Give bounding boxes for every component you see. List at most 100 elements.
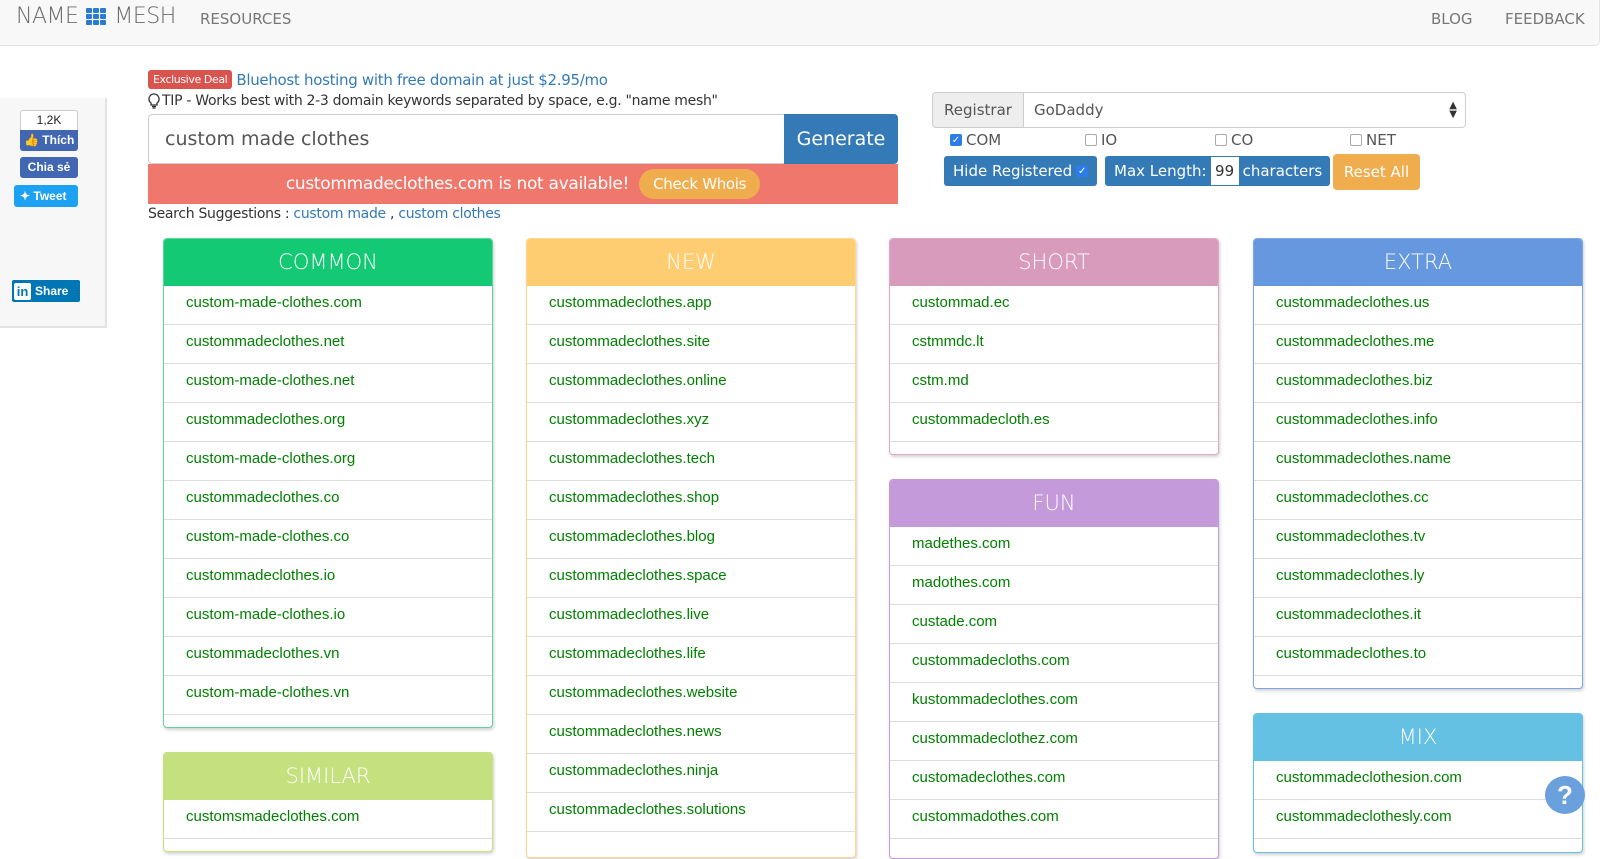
checkbox-checked-icon[interactable]: ✓ bbox=[950, 134, 962, 146]
panel-extra: EXTRA custommadeclothes.us custommadecloth… bbox=[1253, 238, 1583, 689]
availability-alert: custommadeclothes.com is not available! … bbox=[148, 164, 898, 204]
brand-name-right: MESH bbox=[114, 4, 176, 29]
domain-result-link[interactable]: custommadothes.com bbox=[890, 800, 1218, 839]
domain-result-link[interactable]: custom-made-clothes.net bbox=[164, 364, 492, 403]
facebook-like-button[interactable]: 👍 Thích bbox=[20, 130, 78, 151]
linkedin-share-button[interactable]: in Share bbox=[12, 280, 80, 302]
domain-result-link[interactable]: custommadeclothes.it bbox=[1254, 598, 1582, 637]
search-suggestions: Search Suggestions : custom made , custo… bbox=[148, 206, 501, 222]
checkbox-unchecked-icon[interactable] bbox=[1350, 134, 1362, 146]
panel-title: SIMILAR bbox=[164, 753, 492, 800]
domain-result-link[interactable]: custommadeclothes.space bbox=[527, 559, 855, 598]
domain-result-link[interactable]: custommadeclothesly.com bbox=[1254, 800, 1582, 839]
checkbox-unchecked-icon[interactable] bbox=[1085, 134, 1097, 146]
nav-feedback[interactable]: FEEDBACK bbox=[1505, 10, 1585, 28]
domain-result-link[interactable]: custom-made-clothes.org bbox=[164, 442, 492, 481]
tweet-button[interactable]: ✦ Tweet bbox=[14, 185, 78, 207]
domain-result-link[interactable]: custommadeclothes.org bbox=[164, 403, 492, 442]
panel-title: EXTRA bbox=[1254, 239, 1582, 286]
domain-result-link[interactable]: custom-made-clothes.io bbox=[164, 598, 492, 637]
domain-result-link[interactable]: custommadecloths.com bbox=[890, 644, 1218, 683]
hide-registered-label: Hide Registered bbox=[953, 162, 1073, 180]
domain-result-link[interactable]: custommadeclothes.io bbox=[164, 559, 492, 598]
social-share-sidebar: 1,2K 👍 Thích Chia sẻ ✦ Tweet in Share bbox=[0, 98, 107, 328]
bluehost-promo-link[interactable]: Bluehost hosting with free domain at jus… bbox=[236, 71, 608, 89]
tld-checkbox-io[interactable]: IO bbox=[1085, 131, 1117, 149]
domain-result-link[interactable]: custommadeclothes.info bbox=[1254, 403, 1582, 442]
tld-checkbox-net[interactable]: NET bbox=[1350, 131, 1396, 149]
keyword-search-input[interactable]: custom made clothes bbox=[148, 114, 784, 164]
domain-result-link[interactable]: custommadeclothes.xyz bbox=[527, 403, 855, 442]
domain-result-link[interactable]: custommadeclothes.biz bbox=[1254, 364, 1582, 403]
tld-checkbox-com[interactable]: ✓ COM bbox=[950, 131, 1001, 149]
domain-result-link[interactable]: cstmmdc.lt bbox=[890, 325, 1218, 364]
domain-result-link[interactable]: custommadeclothes.solutions bbox=[527, 793, 855, 832]
domain-result-link[interactable]: custommadeclothes.shop bbox=[527, 481, 855, 520]
availability-message: custommadeclothes.com is not available! bbox=[285, 174, 630, 194]
domain-result-link[interactable]: custommadeclothesion.com bbox=[1254, 761, 1582, 800]
tld-label: NET bbox=[1366, 131, 1396, 149]
domain-result-link[interactable]: madethes.com bbox=[890, 527, 1218, 566]
facebook-like-count: 1,2K bbox=[20, 110, 78, 130]
select-arrows-icon: ▲ ▼ bbox=[1449, 100, 1457, 120]
domain-result-link[interactable]: custom-made-clothes.com bbox=[164, 286, 492, 325]
reset-all-button[interactable]: Reset All bbox=[1333, 154, 1420, 190]
tld-label: CO bbox=[1231, 131, 1254, 149]
promo-banner: Exclusive Deal Bluehost hosting with fre… bbox=[148, 70, 608, 89]
domain-result-link[interactable]: custommadeclothes.life bbox=[527, 637, 855, 676]
domain-result-link[interactable]: cstm.md bbox=[890, 364, 1218, 403]
checkbox-unchecked-icon[interactable] bbox=[1215, 134, 1227, 146]
brand-logo[interactable]: NAME MESH bbox=[16, 4, 176, 29]
domain-result-link[interactable]: custommadeclothes.vn bbox=[164, 637, 492, 676]
domain-result-link[interactable]: custommadeclothes.us bbox=[1254, 286, 1582, 325]
domain-result-link[interactable]: custom-made-clothes.vn bbox=[164, 676, 492, 715]
thumbs-up-icon: 👍 bbox=[24, 133, 39, 147]
domain-result-link[interactable]: custommadeclothes.co bbox=[164, 481, 492, 520]
panel-title: MIX bbox=[1254, 714, 1582, 761]
nav-blog[interactable]: BLOG bbox=[1431, 10, 1473, 28]
facebook-like-label: Thích bbox=[42, 133, 75, 147]
domain-result-link[interactable]: custommadeclothes.to bbox=[1254, 637, 1582, 676]
check-whois-button[interactable]: Check Whois bbox=[639, 169, 761, 199]
checkbox-checked-icon[interactable]: ✓ bbox=[1076, 165, 1089, 177]
domain-result-link[interactable]: custommadeclothes.online bbox=[527, 364, 855, 403]
domain-result-link[interactable]: custommadeclothes.net bbox=[164, 325, 492, 364]
panel-similar: SIMILAR customsmadeclothes.com bbox=[163, 752, 493, 852]
domain-result-link[interactable]: custommadeclothes.news bbox=[527, 715, 855, 754]
domain-result-link[interactable]: customsmadeclothes.com bbox=[164, 800, 492, 839]
domain-result-link[interactable]: custommadeclothez.com bbox=[890, 722, 1218, 761]
suggestion-link[interactable]: custom clothes bbox=[398, 206, 501, 222]
domain-result-link[interactable]: custommadeclothes.app bbox=[527, 286, 855, 325]
suggestion-link[interactable]: custom made bbox=[293, 206, 386, 222]
domain-result-link[interactable]: custommadeclothes.tech bbox=[527, 442, 855, 481]
hide-registered-toggle[interactable]: Hide Registered ✓ bbox=[944, 156, 1098, 186]
panel-mix: MIX custommadeclothesion.com custommadeclo… bbox=[1253, 713, 1583, 853]
domain-result-link[interactable]: customadeclothes.com bbox=[890, 761, 1218, 800]
tld-checkbox-co[interactable]: CO bbox=[1215, 131, 1253, 149]
domain-result-link[interactable]: custommadeclothes.cc bbox=[1254, 481, 1582, 520]
panel-title: FUN bbox=[890, 480, 1218, 527]
domain-result-link[interactable]: custommadeclothes.blog bbox=[527, 520, 855, 559]
domain-result-link[interactable]: custommadeclothes.site bbox=[527, 325, 855, 364]
facebook-share-button[interactable]: Chia sẻ bbox=[20, 157, 78, 178]
domain-result-link[interactable]: custommadeclothes.website bbox=[527, 676, 855, 715]
domain-result-link[interactable]: custommadeclothes.tv bbox=[1254, 520, 1582, 559]
linkedin-icon: in bbox=[14, 282, 31, 300]
domain-result-link[interactable]: custommadeclothes.ninja bbox=[527, 754, 855, 793]
domain-result-link[interactable]: custommadecloth.es bbox=[890, 403, 1218, 442]
help-chat-button[interactable]: ? bbox=[1545, 776, 1585, 814]
domain-result-link[interactable]: custommadeclothes.me bbox=[1254, 325, 1582, 364]
domain-result-link[interactable]: custommadeclothes.ly bbox=[1254, 559, 1582, 598]
max-length-input[interactable]: 99 bbox=[1210, 157, 1239, 185]
lightbulb-icon bbox=[148, 93, 160, 109]
nav-resources[interactable]: RESOURCES bbox=[200, 10, 291, 28]
domain-result-link[interactable]: custom-made-clothes.co bbox=[164, 520, 492, 559]
domain-result-link[interactable]: kustommadeclothes.com bbox=[890, 683, 1218, 722]
domain-result-link[interactable]: madothes.com bbox=[890, 566, 1218, 605]
domain-result-link[interactable]: custommad.ec bbox=[890, 286, 1218, 325]
generate-button[interactable]: Generate bbox=[784, 114, 898, 164]
domain-result-link[interactable]: custade.com bbox=[890, 605, 1218, 644]
registrar-select[interactable]: GoDaddy ▲ ▼ bbox=[1023, 92, 1466, 128]
domain-result-link[interactable]: custommadeclothes.name bbox=[1254, 442, 1582, 481]
domain-result-link[interactable]: custommadeclothes.live bbox=[527, 598, 855, 637]
